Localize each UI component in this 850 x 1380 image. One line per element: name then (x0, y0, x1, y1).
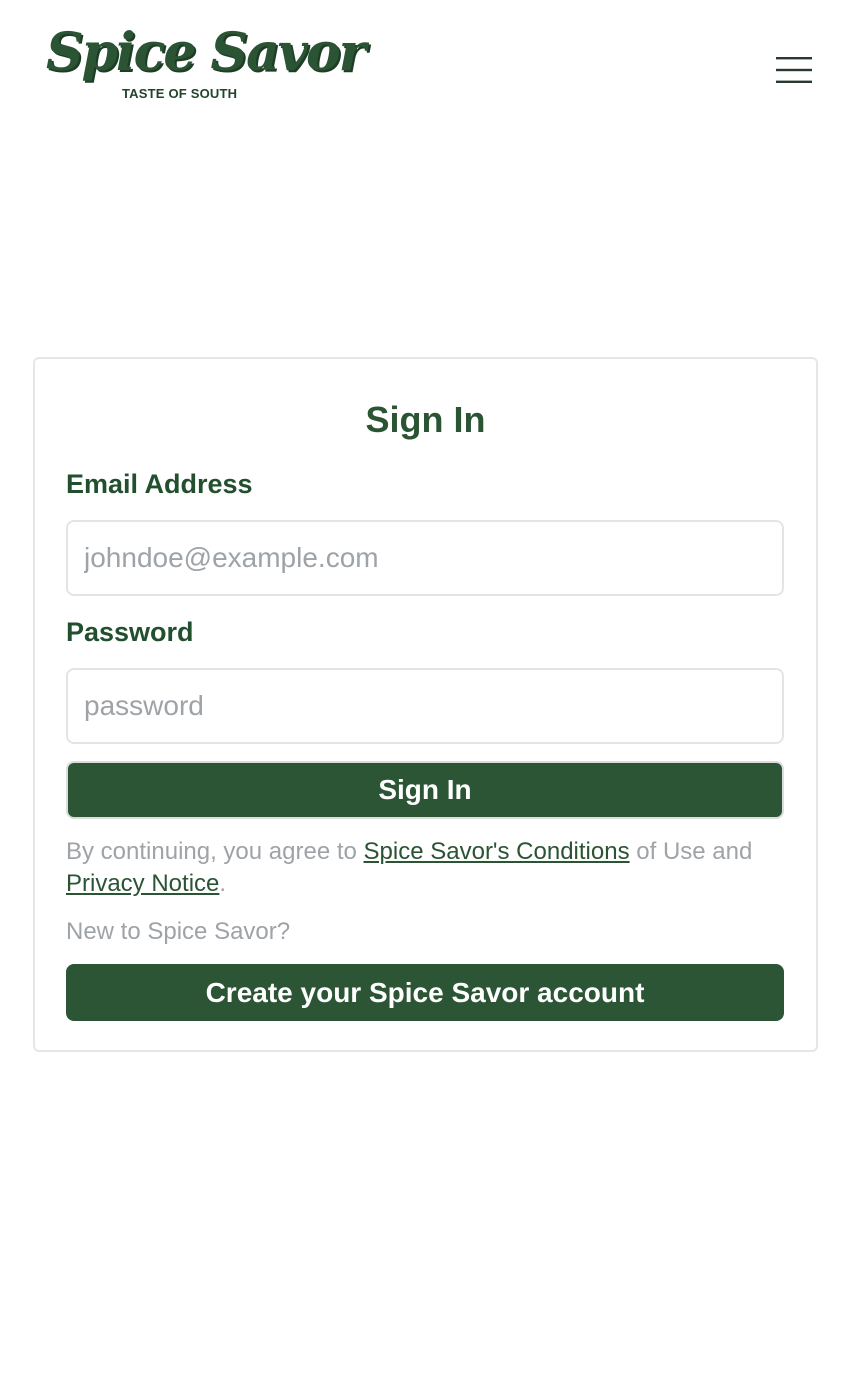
terms-notice: By continuing, you agree to Spice Savor'… (66, 836, 784, 900)
terms-prefix: By continuing, you agree to (66, 838, 364, 865)
logo-tagline: TASTE OF SOUTH (122, 86, 238, 101)
password-label: Password (66, 617, 194, 647)
terms-suffix: . (219, 870, 227, 897)
logo-wordmark: Spice Savor (46, 22, 366, 83)
conditions-link[interactable]: Spice Savor's Conditions (364, 838, 630, 865)
email-input[interactable] (66, 520, 784, 596)
email-label: Email Address (66, 469, 253, 499)
signin-title: Sign In (365, 399, 486, 440)
signin-card: Sign In Email Address Password Sign In B… (33, 357, 818, 1052)
password-input[interactable] (66, 668, 784, 744)
site-header: Spice Savor TASTE OF SOUTH (0, 0, 850, 120)
menu-button[interactable] (772, 52, 816, 88)
signin-button[interactable]: Sign In (66, 761, 784, 819)
terms-middle: of Use and (629, 838, 753, 865)
privacy-link[interactable]: Privacy Notice (66, 870, 219, 897)
new-user-text: New to Spice Savor? (66, 918, 291, 945)
create-account-button[interactable]: Create your Spice Savor account (66, 964, 784, 1021)
brand-logo[interactable]: Spice Savor TASTE OF SOUTH (46, 22, 366, 106)
hamburger-menu-icon (776, 57, 812, 83)
